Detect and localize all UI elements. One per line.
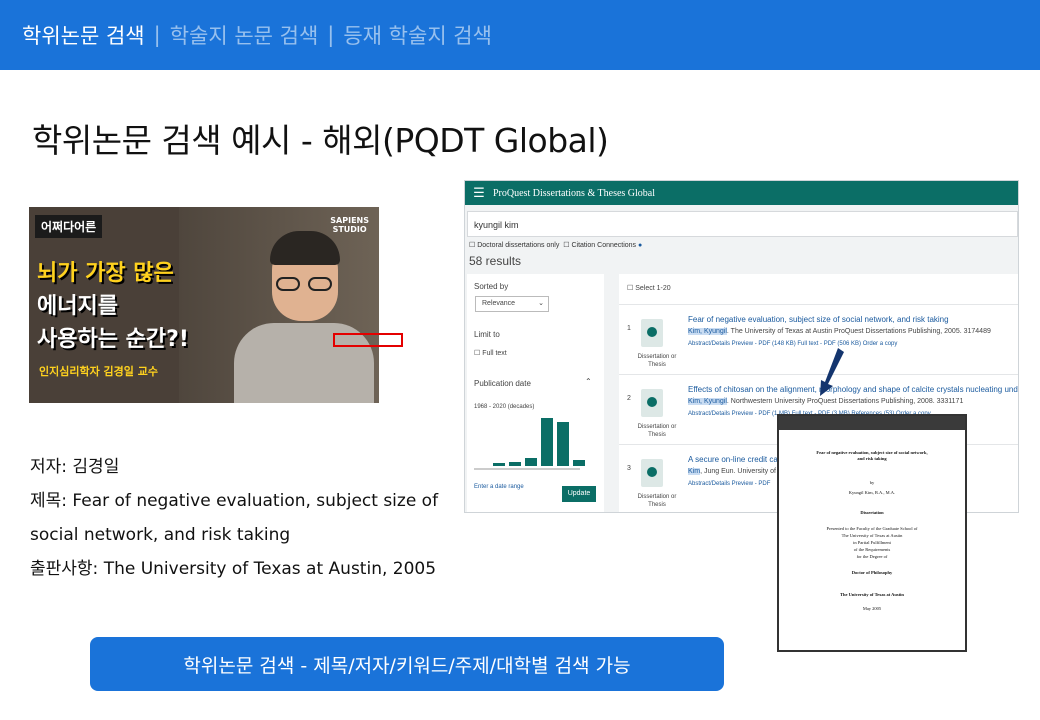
arrow-down-icon [820,348,844,396]
result-number: 1 [627,325,631,332]
search-filters: ☐ Doctoral dissertations only ☐ Citation… [469,241,642,249]
full-text-highlight-box [333,333,403,347]
meta-title-line1: 제목: Fear of negative evaluation, subject… [30,491,439,511]
result-author: Kim, Kyungil. The University of Texas at… [688,328,991,335]
result-links[interactable]: Abstract/Details Preview - PDF (148 KB) … [688,341,897,347]
pdf-line: in Partial Fulfillment [853,540,891,545]
result-links[interactable]: Abstract/Details Preview - PDF [688,481,770,487]
info-icon[interactable]: ● [638,242,642,249]
date-histogram [477,418,587,466]
checkbox-icon[interactable]: ☐ [469,242,475,249]
headline-line1: 뇌가 가장 많은 [37,261,174,286]
video-thumbnail[interactable]: 어쩌다어른 SAPIENS STUDIO 뇌가 가장 많은 에너지를 사용하는 순… [29,207,379,403]
proquest-header: ☰ ProQuest Dissertations & Theses Global [465,181,1018,205]
full-text-label: Full text [482,350,507,357]
update-button[interactable]: Update [562,486,596,502]
pdf-line: for the Degree of [856,554,888,559]
pdf-line: of the Requirements [853,547,891,552]
doc-type-label: Dissertation or Thesis [637,424,677,438]
glasses-icon [276,277,334,291]
filter-citation[interactable]: Citation Connections [571,242,636,249]
author-highlight: Kim, Kyungil [688,328,727,335]
nav-separator: | [327,23,335,47]
result-author: Kim, Kyungil. Northwestern University Pr… [688,398,963,405]
enter-date-range-link[interactable]: Enter a date range [474,484,524,490]
thesis-metadata: 저자: 김경일 제목: Fear of negative evaluation,… [30,450,450,586]
select-all-label: Select 1-20 [635,285,671,292]
pdf-date: May 2005 [862,606,882,611]
author-highlight: Kim, Kyungil [688,398,727,405]
thesis-search-summary-button[interactable]: 학위논문 검색 - 제목/저자/키워드/주제/대학별 검색 가능 [90,637,724,691]
headline-line2: 에너지를 [37,294,118,319]
result-number: 2 [627,395,631,402]
nav-separator: | [153,23,161,47]
pdf-section: Dissertation [860,510,884,515]
filter-sidebar: Sorted by Relevance ⌄ Limit to ☐ Full tex… [467,274,604,512]
pdf-degree: Doctor of Philosophy [851,570,893,575]
doc-type-label: Dissertation or Thesis [637,494,677,508]
result-source: . Northwestern University ProQuest Disse… [726,398,964,405]
pdf-author: Kyungil Kim, B.A., M.A. [848,490,896,495]
author-highlight: Kim [688,468,701,475]
pdf-title-2: and risk taking [857,456,887,461]
pdf-toolbar[interactable] [779,416,965,430]
headline-line3: 사용하는 순간?! [37,327,189,352]
filter-doctoral[interactable]: Doctoral dissertations only [477,242,559,249]
show-tag: 어쩌다어른 [35,215,103,238]
thumbnail-headline: 뇌가 가장 많은 에너지를 사용하는 순간?! [37,257,189,356]
nav-tab-journal-search[interactable]: 학술지 논문 검색 [170,20,319,50]
nav-tab-listed-journal-search[interactable]: 등재 학술지 검색 [343,20,492,50]
select-all[interactable]: ☐ Select 1-20 [627,284,671,292]
limit-to-label: Limit to [474,330,500,339]
result-title-link[interactable]: Effects of chitosan on the alignment, mo… [688,385,1018,394]
sort-select-value: Relevance [482,300,516,307]
proquest-title: ProQuest Dissertations & Theses Global [493,187,656,199]
meta-author: 저자: 김경일 [30,457,120,477]
speaker-caption: 인지심리학자 김경일 교수 [39,365,158,378]
result-title-link[interactable]: Fear of negative evaluation, subject siz… [688,315,949,324]
hamburger-menu-icon[interactable]: ☰ [465,186,493,201]
pdf-preview[interactable]: Fear of negative evaluation, subject siz… [777,414,967,652]
results-count: 58 results [469,254,522,268]
slide-title: 학위논문 검색 예시 - 해외(PQDT Global) [32,121,609,160]
speaker-hair [270,231,340,265]
dissertation-icon [641,459,663,487]
sort-select[interactable]: Relevance ⌄ [475,296,549,312]
pdf-by: by [869,480,875,485]
pub-date-label: Publication date [474,379,531,388]
result-number: 3 [627,465,631,472]
speaker-portrait [234,227,374,403]
dissertation-icon [641,319,663,347]
date-slider-track[interactable] [474,468,580,470]
full-text-filter[interactable]: ☐ Full text [474,349,507,357]
sorted-by-label: Sorted by [474,282,509,291]
nav-tab-thesis-search[interactable]: 학위논문 검색 [22,20,145,50]
meta-publisher: 출판사항: The University of Texas at Austin,… [30,559,437,579]
pdf-university: The University of Texas at Austin [840,592,904,597]
doc-type-label: Dissertation or Thesis [637,354,677,368]
meta-title-line2: social network, and risk taking [30,525,291,545]
pdf-line: Presented to the Faculty of the Graduate… [826,526,918,531]
result-source: . The University of Texas at Austin ProQ… [726,328,991,335]
chevron-down-icon: ⌄ [538,300,544,307]
dissertation-icon [641,389,663,417]
chevron-up-icon[interactable]: ⌃ [585,377,592,386]
top-nav-bar: 학위논문 검색 | 학술지 논문 검색 | 등재 학술지 검색 [0,0,1040,70]
checkbox-icon[interactable]: ☐ [563,242,569,249]
date-range-label: 1968 - 2020 (decades) [474,404,535,410]
search-input[interactable]: kyungil kim [467,211,1018,237]
pdf-line: The University of Texas at Austin [841,533,903,538]
studio-logo-line1: SAPIENS [330,216,369,225]
